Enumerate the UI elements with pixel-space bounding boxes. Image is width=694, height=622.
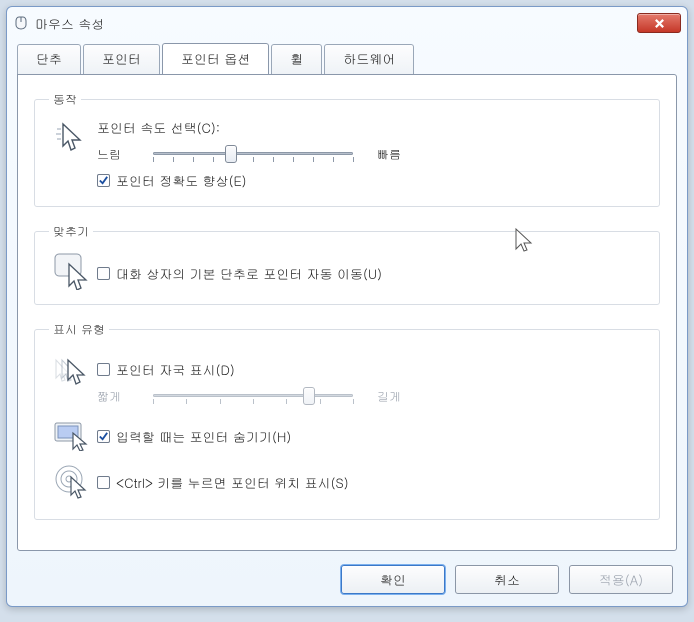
group-motion: 동작 포인터 속도 선택(C): (34, 91, 660, 207)
tab-hardware[interactable]: 하드웨어 (324, 44, 414, 75)
mouse-properties-window: 마우스 속성 단추 포인터 포인터 옵션 휠 하드웨어 동작 (6, 6, 688, 607)
snap-to-default-label: 대화 상자의 기본 단추로 포인터 자동 이동(U) (116, 264, 382, 283)
cancel-button[interactable]: 취소 (455, 565, 559, 594)
checkbox-icon (97, 430, 110, 443)
dialog-button-row: 확인 취소 적용(A) (7, 559, 687, 606)
enhance-precision-label: 포인터 정확도 향상(E) (116, 171, 247, 190)
ctrl-locate-checkbox[interactable]: <Ctrl> 키를 누르면 포인터 위치 표시(S) (97, 473, 645, 492)
ok-button[interactable]: 확인 (341, 565, 445, 594)
tab-wheel[interactable]: 휠 (271, 44, 322, 75)
mouse-icon (13, 15, 29, 31)
tab-panel-pointer-options: 동작 포인터 속도 선택(C): (17, 74, 677, 551)
tab-pointer-options[interactable]: 포인터 옵션 (162, 43, 269, 74)
speed-fast-label: 빠름 (377, 146, 401, 163)
pointer-speed-slider[interactable] (153, 143, 353, 165)
tab-buttons[interactable]: 단추 (17, 44, 81, 75)
titlebar: 마우스 속성 (7, 7, 687, 37)
snap-to-default-checkbox[interactable]: 대화 상자의 기본 단추로 포인터 자동 이동(U) (97, 264, 645, 283)
enhance-precision-checkbox[interactable]: 포인터 정확도 향상(E) (97, 171, 645, 190)
pointer-trails-checkbox[interactable]: 포인터 자국 표시(D) (97, 360, 645, 379)
speed-slow-label: 느림 (97, 146, 147, 163)
trails-icon (49, 354, 97, 390)
tab-pointers[interactable]: 포인터 (83, 44, 160, 75)
trail-short-label: 짧게 (97, 388, 147, 405)
apply-button: 적용(A) (569, 565, 673, 594)
tab-strip: 단추 포인터 포인터 옵션 휠 하드웨어 (7, 37, 687, 74)
hide-while-typing-checkbox[interactable]: 입력할 때는 포인터 숨기기(H) (97, 427, 645, 446)
hide-while-typing-label: 입력할 때는 포인터 숨기기(H) (116, 427, 291, 446)
checkbox-icon (97, 476, 110, 489)
snap-icon (49, 250, 97, 290)
checkbox-icon (97, 174, 110, 187)
group-visuals-legend: 표시 유형 (49, 321, 109, 338)
pointer-speed-label: 포인터 속도 선택(C): (97, 118, 645, 137)
close-icon (654, 18, 665, 29)
close-button[interactable] (637, 13, 681, 33)
group-snap-legend: 맞추기 (49, 223, 93, 240)
pointer-trails-slider (153, 385, 353, 407)
hide-while-typing-icon (49, 417, 97, 451)
group-snap: 맞추기 대화 상자의 기본 단추로 포인터 자동 이동(U) (34, 223, 660, 305)
trail-long-label: 길게 (377, 388, 401, 405)
group-visuals: 표시 유형 포인터 자국 표시(D) (34, 321, 660, 520)
window-title: 마우스 속성 (35, 14, 104, 33)
checkbox-icon (97, 363, 110, 376)
ctrl-locate-label: <Ctrl> 키를 누르면 포인터 위치 표시(S) (116, 473, 349, 492)
ctrl-locate-icon (49, 461, 97, 499)
group-motion-legend: 동작 (49, 91, 81, 108)
pointer-trails-label: 포인터 자국 표시(D) (116, 360, 235, 379)
motion-pointer-icon (49, 118, 97, 154)
checkbox-icon (97, 267, 110, 280)
